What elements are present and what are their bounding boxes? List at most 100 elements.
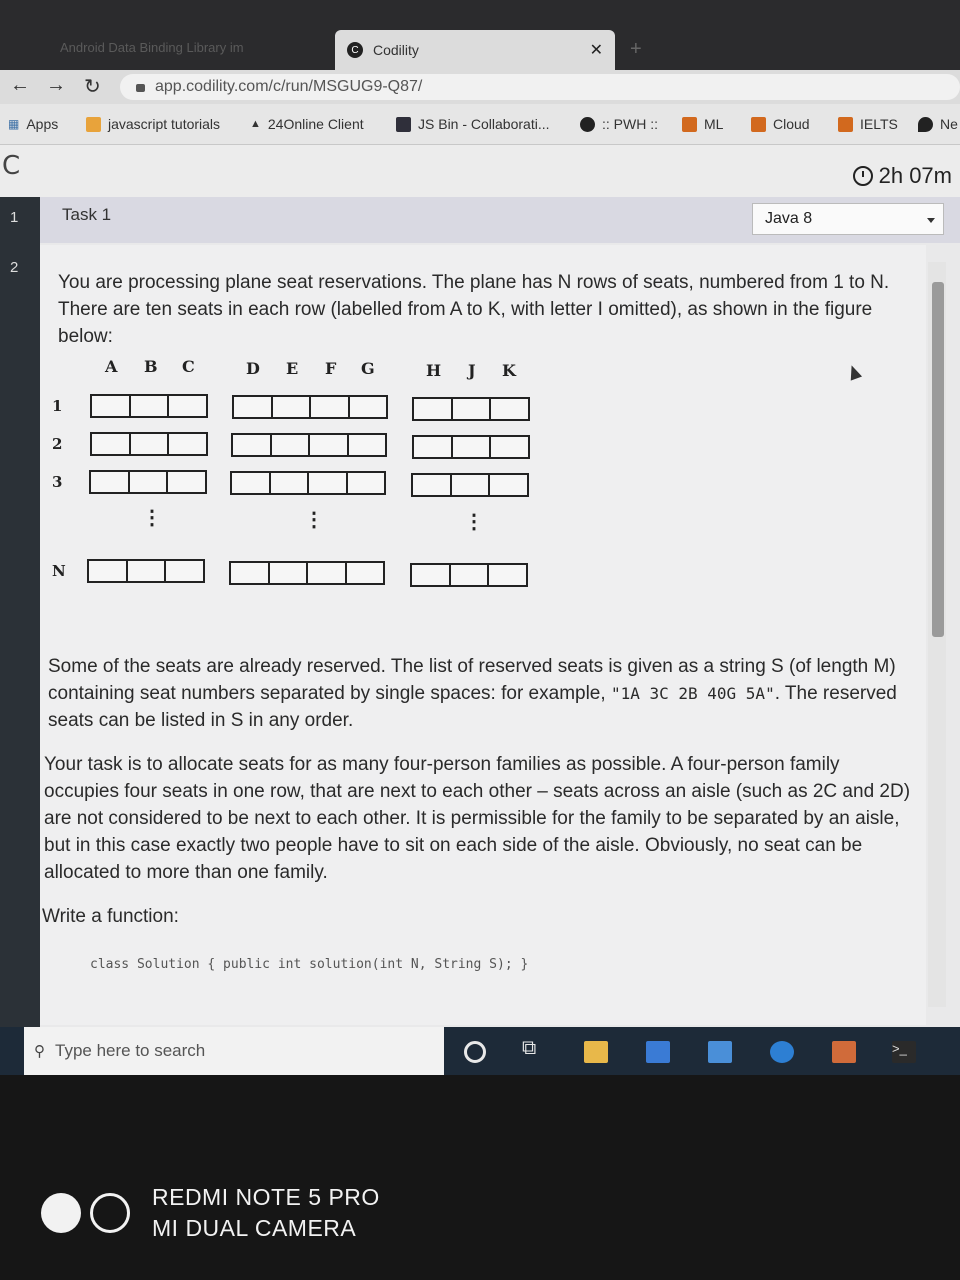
seat	[92, 396, 131, 416]
codility-logo: C	[2, 151, 21, 181]
seat	[490, 475, 527, 495]
column-label: K	[502, 361, 516, 380]
seat-block-defg	[229, 561, 385, 585]
seat	[347, 563, 384, 583]
bookmark-apps[interactable]: ▦ Apps	[8, 116, 58, 132]
codility-favicon-icon: C	[347, 42, 363, 58]
seat	[350, 397, 387, 417]
back-arrow-icon[interactable]: ←	[10, 74, 30, 97]
row-label: N	[52, 562, 66, 580]
watermark-ring-icon	[90, 1193, 130, 1233]
scrollbar-thumb[interactable]	[932, 282, 944, 637]
forward-arrow-icon[interactable]: →	[46, 74, 66, 97]
bookmark-label: javascript tutorials	[108, 116, 221, 132]
seat	[491, 399, 528, 419]
column-label: C	[182, 357, 195, 376]
seat-block-abc	[90, 432, 208, 456]
folder-icon	[682, 116, 697, 132]
edge-icon[interactable]	[770, 1041, 794, 1063]
language-select[interactable]: Java 8	[752, 203, 944, 235]
seat	[348, 473, 385, 493]
ellipsis: ⋮	[464, 511, 484, 533]
seat-block-hjk	[411, 473, 529, 497]
new-tab-icon[interactable]: +	[630, 38, 642, 61]
url-text: app.codility.com/c/run/MSGUG9-Q87/	[155, 78, 423, 95]
seat	[308, 563, 347, 583]
monitor-screen: Android Data Binding Library im C Codili…	[0, 0, 960, 1075]
seat	[234, 397, 273, 417]
bookmark-ml[interactable]: ML	[682, 116, 723, 132]
seat	[412, 565, 451, 585]
seat-block-abc	[89, 470, 207, 494]
seat	[131, 434, 170, 454]
task-1-link[interactable]: 1	[10, 209, 18, 226]
close-tab-icon[interactable]: ✕	[590, 40, 603, 60]
cortana-icon[interactable]	[464, 1041, 486, 1063]
chevron-down-icon	[927, 218, 935, 223]
browser-tab-strip: Android Data Binding Library im C Codili…	[0, 0, 960, 70]
task-2-link[interactable]: 2	[10, 259, 18, 276]
intellij-icon[interactable]	[832, 1041, 856, 1063]
column-label: F	[325, 359, 337, 378]
lock-icon	[136, 84, 145, 92]
bookmark-javascript-tutorials[interactable]: javascript tutorials	[86, 116, 220, 132]
seat	[349, 435, 386, 455]
seat	[310, 435, 349, 455]
task-view-icon[interactable]: ⧉	[522, 1037, 546, 1059]
bookmark-ne[interactable]: Ne	[918, 116, 958, 132]
seat	[168, 472, 205, 492]
bookmark-label: Ne	[940, 116, 958, 132]
ellipsis: ⋮	[304, 509, 324, 531]
seat	[272, 435, 310, 455]
watermark-line-1: REDMI NOTE 5 PRO	[152, 1184, 380, 1210]
file-explorer-icon[interactable]	[584, 1041, 608, 1063]
seat	[453, 437, 492, 457]
seat	[91, 472, 130, 492]
seat	[311, 397, 350, 417]
seat	[169, 396, 206, 416]
seat	[232, 473, 271, 493]
seat-map-figure: A B C D E F G H J K 1 2 3 N ⋮ ⋮ ⋮	[48, 357, 848, 597]
task-header-bar: Task 1 Java 8	[40, 197, 960, 243]
store-icon[interactable]	[646, 1041, 670, 1063]
reload-icon[interactable]: ↻	[84, 74, 101, 99]
seat	[453, 399, 492, 419]
pwh-icon	[580, 116, 595, 132]
seat	[489, 565, 526, 585]
search-icon: ⚲	[34, 1043, 45, 1060]
timer: 2h 07m	[852, 163, 952, 189]
tab-android-data-binding[interactable]: Android Data Binding Library im	[60, 34, 330, 60]
windows-search-box[interactable]: ⚲ Type here to search	[24, 1027, 444, 1075]
bookmark-jsbin[interactable]: JS Bin - Collaborati...	[396, 116, 550, 132]
bookmark-label: Apps	[26, 116, 59, 132]
tab-codility[interactable]: C Codility ✕	[335, 30, 615, 70]
js-icon	[86, 116, 101, 132]
watermark-dot-icon	[41, 1193, 81, 1233]
seat	[169, 434, 206, 454]
seat-block-hjk	[410, 563, 528, 587]
bookmark-label: :: PWH ::	[602, 116, 658, 132]
mail-icon[interactable]	[708, 1041, 732, 1063]
seat	[233, 435, 272, 455]
seat-block-hjk	[412, 435, 530, 459]
seat	[451, 565, 490, 585]
shield-icon	[918, 116, 933, 132]
column-label: G	[361, 359, 375, 378]
address-bar[interactable]: app.codility.com/c/run/MSGUG9-Q87/	[120, 74, 960, 100]
seat	[491, 437, 528, 457]
bookmark-ielts[interactable]: IELTS	[838, 116, 898, 132]
column-label: J	[468, 361, 476, 380]
mouse-cursor-icon	[845, 363, 863, 381]
bookmark-24online-client[interactable]: ▲ 24Online Client	[250, 116, 364, 132]
column-label: A	[105, 357, 118, 376]
terminal-icon[interactable]: >_	[892, 1041, 916, 1063]
bookmark-label: 24Online Client	[267, 116, 364, 132]
windows-taskbar: ⚲ Type here to search ⧉ >_	[0, 1027, 960, 1075]
cloud-icon: ▲	[250, 118, 261, 130]
seat	[89, 561, 128, 581]
bookmark-pwh[interactable]: :: PWH ::	[580, 116, 658, 132]
seat	[309, 473, 348, 493]
bookmark-cloud[interactable]: Cloud	[751, 116, 810, 132]
row-label: 3	[52, 473, 63, 491]
apps-grid-icon: ▦	[8, 117, 20, 131]
